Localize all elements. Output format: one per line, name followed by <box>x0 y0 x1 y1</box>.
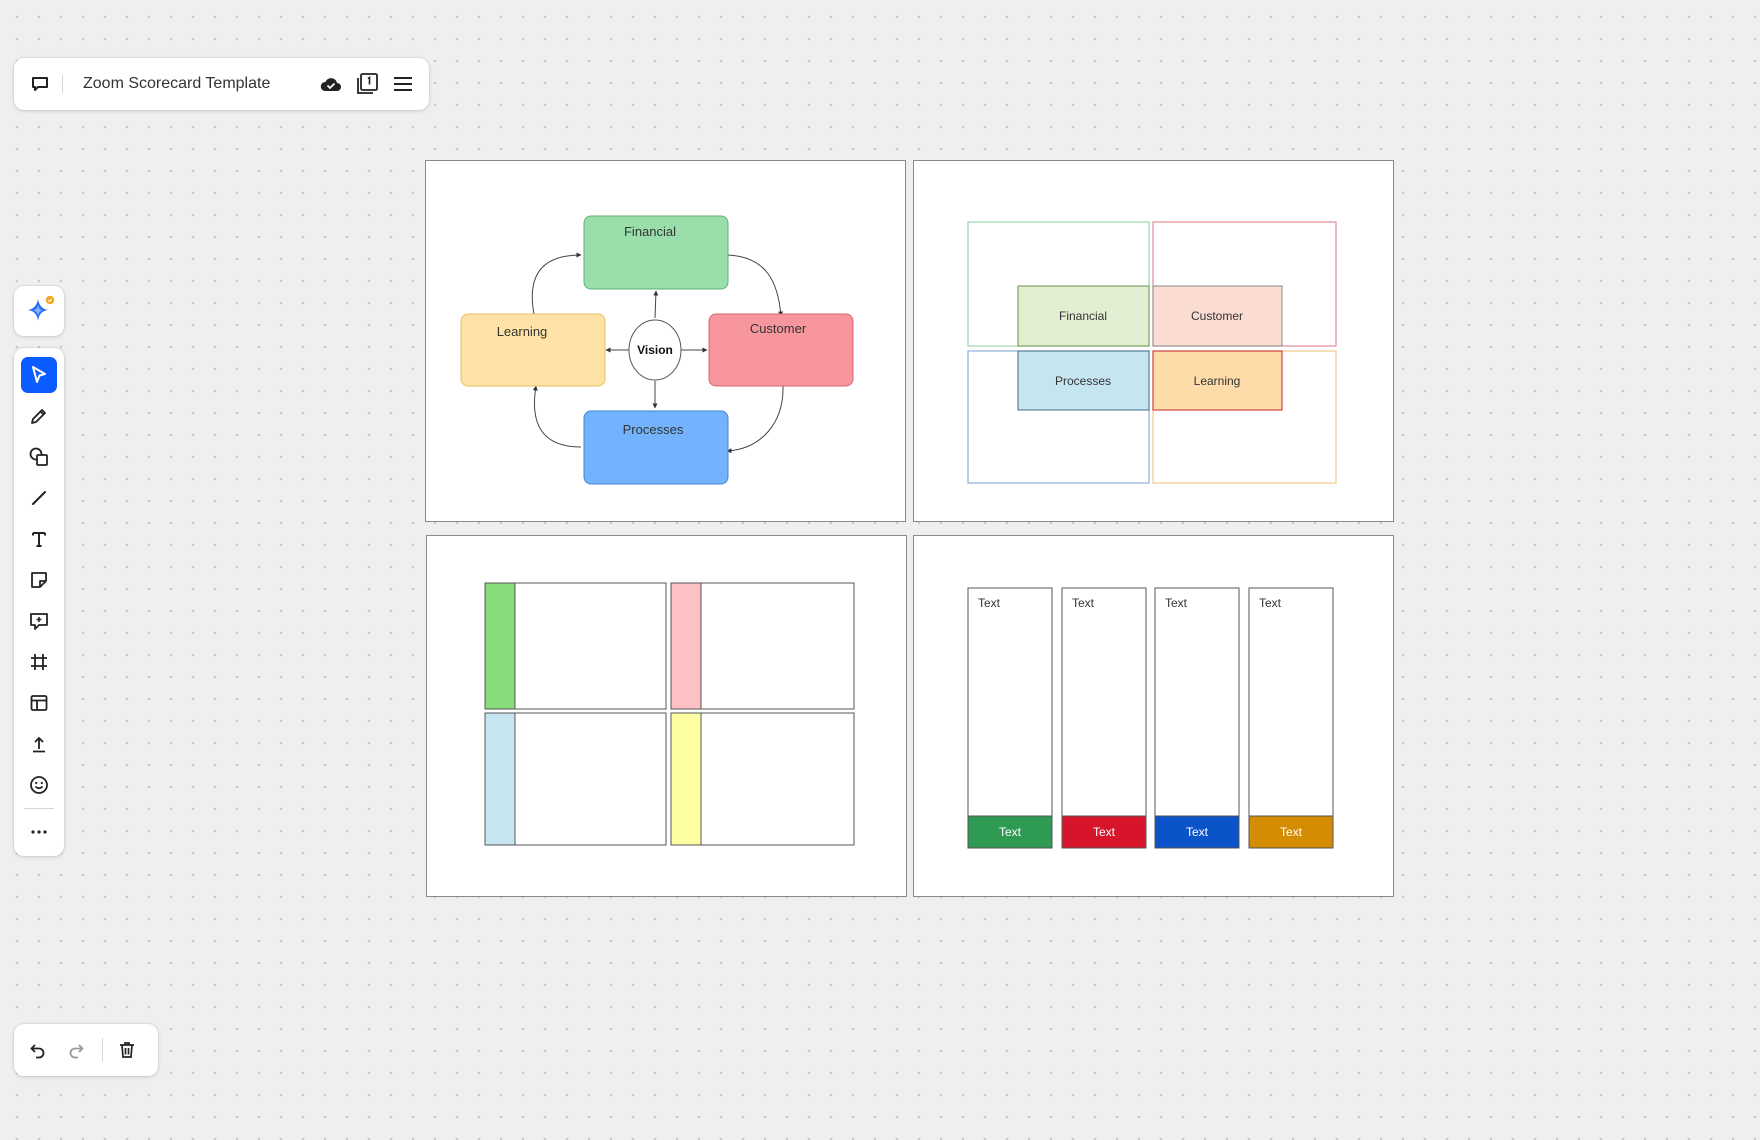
frame-icon <box>31 654 47 670</box>
top-toolbar: Zoom Scorecard Template <box>14 58 429 110</box>
tool-line[interactable] <box>21 480 57 516</box>
frame-quadrants[interactable]: Financial Customer Processes Learning <box>913 160 1394 522</box>
template-icon <box>30 695 48 711</box>
frame-vision-cycle[interactable]: Financial Learning Customer Processes Vi… <box>425 160 906 522</box>
column-top-text: Text <box>978 596 1001 610</box>
column-footer-text: Text <box>1186 825 1209 839</box>
tool-upload[interactable] <box>21 726 57 762</box>
toolbar-divider <box>62 75 63 93</box>
column-footer-text: Text <box>999 825 1022 839</box>
tool-sticky-note[interactable] <box>21 562 57 598</box>
grid-tab-yellow[interactable] <box>670 712 702 846</box>
tool-text[interactable] <box>21 521 57 557</box>
tool-comment[interactable] <box>21 603 57 639</box>
board-menu-button[interactable] <box>22 66 58 102</box>
column-top-text: Text <box>1072 596 1095 610</box>
learning-label: Learning <box>497 324 548 339</box>
tool-reactions[interactable] <box>21 767 57 803</box>
cloud-saved-button[interactable] <box>313 66 349 102</box>
quadrant-diagram: Financial Customer Processes Learning <box>967 221 1337 484</box>
board-icon <box>32 77 48 91</box>
grid-tab-pink[interactable] <box>670 582 702 710</box>
cloud-check-icon <box>320 78 341 91</box>
redo-icon <box>69 1044 84 1059</box>
processes-card-label: Processes <box>1055 374 1111 388</box>
emoji-icon <box>30 776 48 794</box>
frame-tabbed-grid[interactable] <box>426 535 907 897</box>
ai-sparkle-icon <box>28 295 55 321</box>
vision-label: Vision <box>637 343 673 357</box>
text-icon <box>32 532 46 547</box>
undo-icon <box>30 1044 45 1059</box>
cursor-icon <box>32 366 46 383</box>
trash-icon <box>120 1042 134 1058</box>
grid-tab-green[interactable] <box>484 582 516 710</box>
tool-frame[interactable] <box>21 644 57 680</box>
learning-card-label: Learning <box>1194 374 1241 388</box>
sticky-note-icon <box>31 572 47 588</box>
connector-financial-customer[interactable] <box>727 254 784 317</box>
toolbar-divider <box>24 808 54 809</box>
customer-label: Customer <box>750 321 807 336</box>
history-toolbar <box>14 1024 158 1076</box>
shapes-icon <box>29 447 48 466</box>
page-count-button[interactable] <box>349 66 385 102</box>
redo-button[interactable] <box>58 1032 94 1068</box>
financial-card-label: Financial <box>1059 309 1107 323</box>
grid-tab-blue[interactable] <box>484 712 516 846</box>
column-top-text: Text <box>1165 596 1188 610</box>
column-box[interactable] <box>1248 587 1334 849</box>
upload-icon <box>33 736 45 753</box>
pages-icon <box>357 73 378 94</box>
pen-icon <box>31 409 46 424</box>
connector-learning-financial[interactable] <box>531 252 582 315</box>
customer-card-label: Customer <box>1191 309 1243 323</box>
columns-diagram: Text Text Text Text Text Text Text Text <box>967 587 1334 849</box>
left-toolbar <box>14 348 64 856</box>
column-box[interactable] <box>1061 587 1147 849</box>
processes-label: Processes <box>623 422 684 437</box>
column-footer-text: Text <box>1280 825 1303 839</box>
financial-label: Financial <box>624 224 676 239</box>
vision-cycle-diagram: Financial Learning Customer Processes Vi… <box>460 215 854 485</box>
column-top-text: Text <box>1259 596 1282 610</box>
tool-pen[interactable] <box>21 398 57 434</box>
tabbed-grid-diagram <box>484 582 855 846</box>
comment-icon <box>30 613 48 630</box>
ai-companion-button[interactable] <box>14 286 64 336</box>
arrow-vision-financial[interactable] <box>653 290 659 319</box>
frame-columns[interactable]: Text Text Text Text Text Text Text Text <box>913 535 1394 897</box>
line-icon <box>32 491 46 505</box>
connector-processes-learning[interactable] <box>532 385 582 448</box>
connector-customer-processes[interactable] <box>726 385 784 454</box>
board-title[interactable]: Zoom Scorecard Template <box>71 75 313 93</box>
column-box[interactable] <box>967 587 1053 849</box>
more-icon <box>31 830 47 834</box>
delete-button[interactable] <box>109 1032 145 1068</box>
undo-button[interactable] <box>20 1032 56 1068</box>
toolbar-divider <box>102 1038 103 1062</box>
column-footer-text: Text <box>1093 825 1116 839</box>
tool-select[interactable] <box>21 357 57 393</box>
column-box[interactable] <box>1154 587 1240 849</box>
tool-templates[interactable] <box>21 685 57 721</box>
tool-more[interactable] <box>21 814 57 850</box>
main-menu-button[interactable] <box>385 66 421 102</box>
hamburger-icon <box>394 77 412 91</box>
tool-shapes[interactable] <box>21 439 57 475</box>
